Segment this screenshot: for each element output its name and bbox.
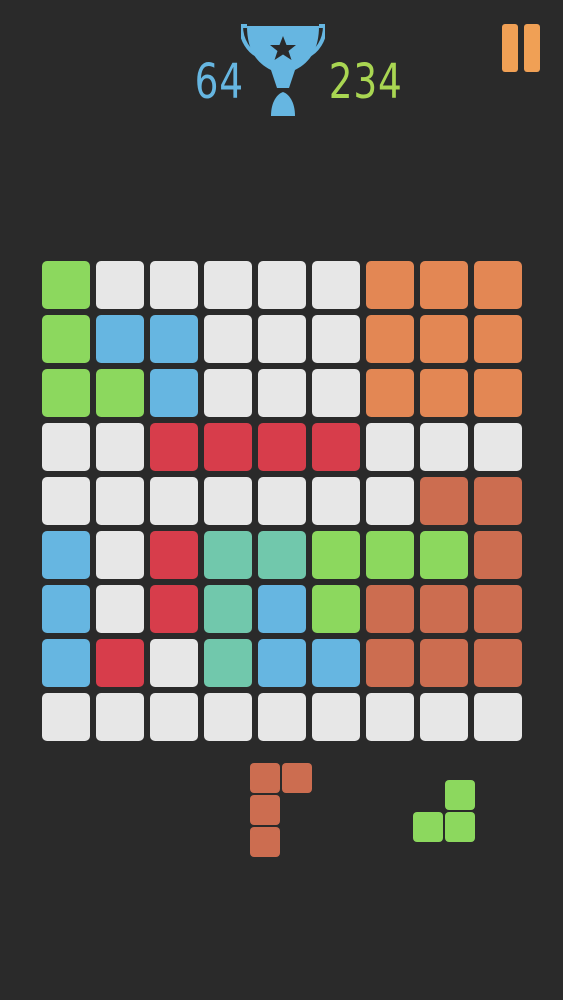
board-cell-filled[interactable]	[258, 639, 306, 687]
piece-terracotta-l[interactable]	[250, 763, 312, 857]
board-cell-filled[interactable]	[420, 585, 468, 633]
board-cell-empty[interactable]	[204, 477, 252, 525]
piece-block	[282, 763, 312, 793]
piece-block	[250, 763, 280, 793]
pause-icon-bar-left	[502, 24, 518, 72]
board-cell-empty[interactable]	[474, 423, 522, 471]
board-cell-empty[interactable]	[258, 315, 306, 363]
board-cell-empty[interactable]	[96, 693, 144, 741]
board-cell-empty[interactable]	[366, 423, 414, 471]
board-cell-empty[interactable]	[96, 585, 144, 633]
board-cell-empty[interactable]	[420, 423, 468, 471]
board-cell-filled[interactable]	[420, 531, 468, 579]
board-cell-filled[interactable]	[96, 315, 144, 363]
board-cell-empty[interactable]	[366, 693, 414, 741]
board-cell-empty[interactable]	[96, 531, 144, 579]
board-cell-filled[interactable]	[258, 585, 306, 633]
piece-block	[445, 780, 475, 810]
board-cell-empty[interactable]	[96, 261, 144, 309]
board-cell-filled[interactable]	[42, 261, 90, 309]
piece-block	[413, 812, 443, 842]
board-cell-empty[interactable]	[150, 477, 198, 525]
board-cell-filled[interactable]	[474, 477, 522, 525]
board-cell-empty[interactable]	[204, 315, 252, 363]
score-current: 64	[194, 54, 244, 110]
board-cell-filled[interactable]	[420, 315, 468, 363]
board-cell-filled[interactable]	[42, 639, 90, 687]
board-cell-empty[interactable]	[96, 477, 144, 525]
board-cell-filled[interactable]	[474, 585, 522, 633]
board-cell-empty[interactable]	[258, 477, 306, 525]
board-cell-empty[interactable]	[312, 477, 360, 525]
board-cell-filled[interactable]	[42, 585, 90, 633]
board-cell-filled[interactable]	[258, 423, 306, 471]
trophy-star-icon	[241, 24, 325, 116]
board-cell-empty[interactable]	[366, 477, 414, 525]
board-cell-filled[interactable]	[366, 531, 414, 579]
board-cell-empty[interactable]	[96, 423, 144, 471]
board-cell-filled[interactable]	[150, 531, 198, 579]
piece-block	[250, 795, 280, 825]
board-cell-filled[interactable]	[42, 531, 90, 579]
board-cell-filled[interactable]	[366, 315, 414, 363]
piece-green-s[interactable]	[413, 780, 475, 842]
board-cell-filled[interactable]	[366, 261, 414, 309]
board-cell-filled[interactable]	[420, 261, 468, 309]
board-cell-filled[interactable]	[474, 639, 522, 687]
board-cell-empty[interactable]	[420, 693, 468, 741]
board-cell-filled[interactable]	[150, 369, 198, 417]
game-board	[42, 261, 523, 742]
board-cell-empty[interactable]	[42, 477, 90, 525]
board-cell-empty[interactable]	[258, 261, 306, 309]
pause-button[interactable]	[500, 24, 542, 72]
board-cell-filled[interactable]	[42, 315, 90, 363]
trophy-base	[271, 92, 295, 116]
board-cell-filled[interactable]	[150, 585, 198, 633]
board-cell-empty[interactable]	[474, 693, 522, 741]
board-cell-filled[interactable]	[204, 585, 252, 633]
board-cell-filled[interactable]	[420, 639, 468, 687]
board-cell-empty[interactable]	[312, 369, 360, 417]
board-cell-filled[interactable]	[366, 639, 414, 687]
board-cell-filled[interactable]	[474, 369, 522, 417]
board-cell-empty[interactable]	[42, 693, 90, 741]
board-cell-filled[interactable]	[420, 369, 468, 417]
board-cell-filled[interactable]	[474, 261, 522, 309]
board-cell-empty[interactable]	[258, 693, 306, 741]
board-cell-filled[interactable]	[204, 423, 252, 471]
board-cell-filled[interactable]	[312, 531, 360, 579]
board-cell-empty[interactable]	[204, 261, 252, 309]
board-cell-filled[interactable]	[420, 477, 468, 525]
board-cell-filled[interactable]	[366, 585, 414, 633]
piece-block	[250, 827, 280, 857]
board-cell-filled[interactable]	[312, 585, 360, 633]
board-cell-filled[interactable]	[312, 423, 360, 471]
board-cell-filled[interactable]	[42, 369, 90, 417]
piece-block	[445, 812, 475, 842]
board-cell-empty[interactable]	[312, 261, 360, 309]
board-cell-filled[interactable]	[474, 531, 522, 579]
board-cell-filled[interactable]	[150, 423, 198, 471]
pause-icon-bar-right	[524, 24, 540, 72]
board-cell-filled[interactable]	[204, 639, 252, 687]
board-cell-empty[interactable]	[258, 369, 306, 417]
board-cell-filled[interactable]	[96, 369, 144, 417]
board-cell-filled[interactable]	[474, 315, 522, 363]
board-cell-empty[interactable]	[312, 693, 360, 741]
board-cell-empty[interactable]	[150, 261, 198, 309]
board-cell-filled[interactable]	[204, 531, 252, 579]
board-cell-empty[interactable]	[150, 693, 198, 741]
board-cell-empty[interactable]	[204, 693, 252, 741]
board-cell-filled[interactable]	[150, 315, 198, 363]
board-cell-empty[interactable]	[312, 315, 360, 363]
board-cell-filled[interactable]	[258, 531, 306, 579]
board-cell-empty[interactable]	[204, 369, 252, 417]
board-cell-filled[interactable]	[366, 369, 414, 417]
board-cell-filled[interactable]	[96, 639, 144, 687]
score-best: 234	[328, 54, 403, 110]
board-cell-empty[interactable]	[42, 423, 90, 471]
board-cell-filled[interactable]	[312, 639, 360, 687]
board-cell-empty[interactable]	[150, 639, 198, 687]
